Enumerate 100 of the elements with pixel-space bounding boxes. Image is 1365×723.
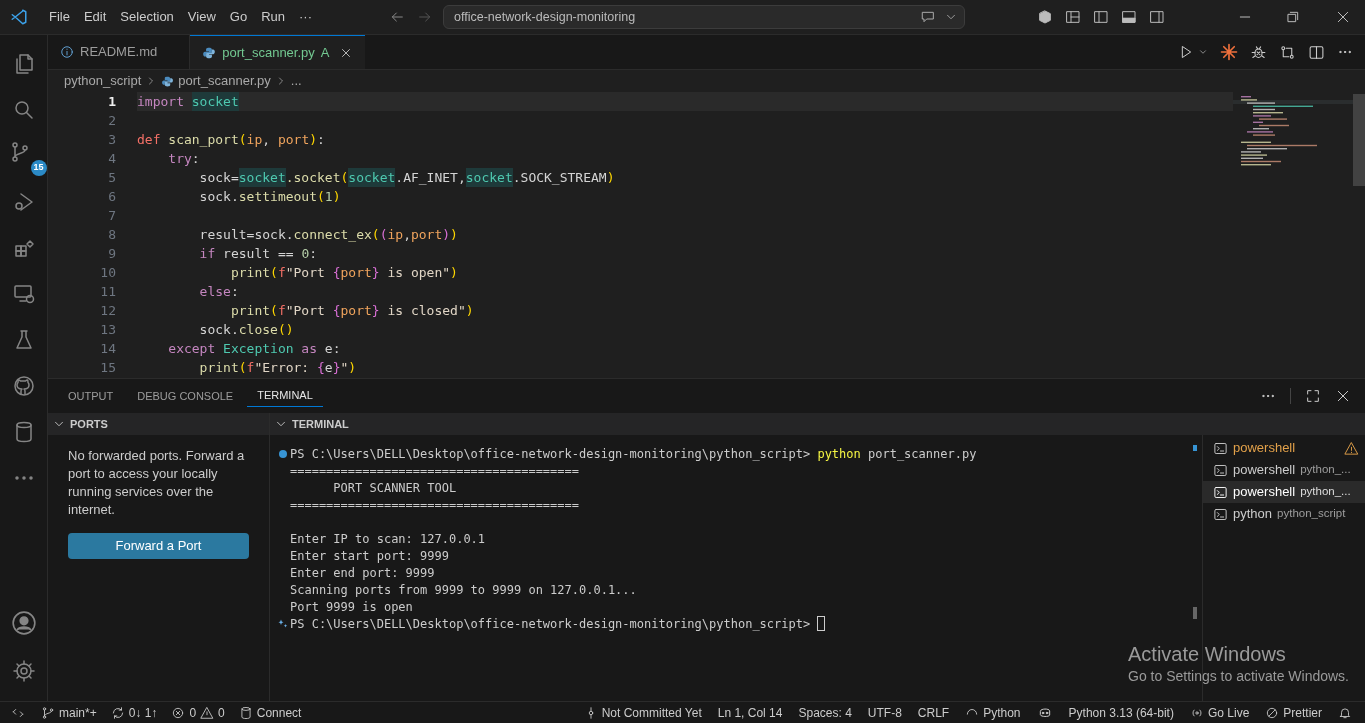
python-file-icon (161, 74, 175, 88)
scrollbar-thumb[interactable] (1193, 607, 1197, 619)
line-number: 1 (107, 92, 116, 111)
terminal-icon (1213, 440, 1228, 456)
status-item[interactable]: CRLF (912, 702, 955, 723)
status-item[interactable]: UTF-8 (862, 702, 907, 723)
close-icon[interactable] (1335, 9, 1351, 25)
status-item[interactable]: 0 0 (166, 702, 230, 723)
terminal-session[interactable]: powershell python_... (1203, 459, 1365, 481)
code-line: print(f"Port {port} is closed") (229, 301, 475, 320)
activation-title: Activate Windows (1128, 642, 1287, 666)
breadcrumb-item[interactable]: python_script (64, 71, 142, 91)
prohibited-icon (1265, 705, 1280, 720)
line-number: 3 (107, 130, 116, 149)
editor-tab[interactable]: port_scanner.py A (190, 35, 366, 69)
status-item[interactable]: Prettier (1260, 702, 1327, 723)
status-item[interactable]: Python 3.13 (64-bit) (1063, 702, 1179, 723)
sidebar-toggle-icon[interactable] (1093, 9, 1109, 25)
status-text: Connect (256, 704, 302, 722)
status-item[interactable]: Spaces: 4 (793, 702, 857, 723)
monitor-icon[interactable] (11, 282, 36, 306)
terminal-line: Port 9999 is open (290, 598, 413, 616)
panel-toggle-icon[interactable] (1121, 9, 1137, 25)
menu-item[interactable]: View (180, 5, 223, 29)
line-number: 14 (99, 339, 116, 358)
status-text: Spaces: 4 (798, 704, 852, 722)
status-text: Prettier (1283, 704, 1322, 722)
status-text: Python (983, 704, 1021, 722)
line-number: 11 (99, 282, 116, 301)
tab-label: port_scanner.py (222, 43, 315, 62)
code-line: if result == 0: (198, 244, 319, 263)
status-item[interactable]: main*+ (36, 702, 102, 723)
python-file-icon (202, 45, 217, 60)
terminal-line: PS C:\Users\DELL\Desktop\office-network-design-monitoring\python_script> (290, 615, 812, 633)
warning-icon (200, 705, 215, 720)
terminal-cursor[interactable] (817, 616, 826, 631)
settings-icon[interactable] (11, 659, 36, 683)
line-number: 5 (107, 168, 116, 187)
session-name: powershell (1233, 461, 1296, 480)
scrollbar-thumb[interactable] (1353, 94, 1365, 186)
error-count: 0 (189, 704, 197, 722)
code-line: sock.settimeout(1) (198, 187, 342, 206)
line-number: 12 (99, 301, 116, 320)
section-title: TERMINAL (292, 416, 349, 432)
info-icon (60, 45, 74, 59)
github-icon[interactable] (11, 374, 36, 398)
menu-item[interactable]: Edit (76, 5, 114, 29)
section-header[interactable]: PORTS (48, 413, 269, 435)
status-text: Python 3.13 (64-bit) (1068, 704, 1174, 722)
burst-icon[interactable] (1220, 43, 1238, 61)
split-editor-icon[interactable] (1308, 43, 1325, 61)
layout-icon[interactable] (1065, 9, 1081, 25)
panel-tab[interactable]: DEBUG CONSOLE (127, 385, 244, 407)
menu-item[interactable]: Run (254, 5, 292, 29)
close-icon[interactable] (1335, 388, 1351, 404)
menu-item[interactable]: Selection (113, 5, 181, 29)
status-item[interactable]: Go Live (1184, 702, 1255, 723)
terminal-line: PORT SCANNER TOOL (332, 479, 457, 497)
compare-changes-icon[interactable] (1279, 43, 1296, 61)
command-center[interactable]: office-network-design-monitoring (443, 5, 965, 29)
breadcrumb-item[interactable]: ... (290, 71, 302, 91)
forward-port-button[interactable]: Forward a Port (68, 533, 249, 559)
warning-count: 0 (218, 704, 225, 722)
section-header[interactable]: TERMINAL (270, 413, 1365, 435)
status-item[interactable]: Connect (233, 702, 307, 723)
session-folder: python_... (1300, 484, 1351, 500)
secondary-sidebar-icon[interactable] (1149, 9, 1165, 25)
back-icon[interactable] (389, 9, 405, 25)
chevron-down-icon[interactable] (1198, 47, 1208, 57)
status-item[interactable]: 0↓ 1↑ (105, 702, 163, 723)
bug-icon[interactable] (1250, 43, 1267, 61)
session-name: python (1233, 505, 1273, 524)
menu-item[interactable]: Go (222, 5, 255, 29)
terminal-line: Enter start port: 9999 (290, 547, 449, 565)
maximize-icon[interactable] (1305, 388, 1321, 404)
error-icon (171, 705, 186, 720)
line-number: 4 (107, 149, 116, 168)
status-item[interactable]: Ln 1, Col 14 (712, 702, 788, 723)
status-item[interactable]: Not Committed Yet (578, 702, 707, 723)
panel-tab[interactable]: OUTPUT (58, 385, 124, 407)
chat-icon[interactable] (920, 9, 936, 25)
code-line: result=sock.connect_ex((ip,port)) (198, 225, 459, 244)
panel-tab[interactable]: TERMINAL (247, 385, 323, 407)
status-text: Ln 1, Col 14 (717, 704, 783, 722)
line-number: 9 (107, 244, 116, 263)
account-icon[interactable] (10, 610, 37, 636)
terminal-session[interactable]: python python_script (1203, 503, 1365, 525)
database-icon (238, 705, 253, 720)
terminal-line: ======================================== (290, 462, 579, 480)
code-line: sock.close() (198, 320, 295, 339)
line-number: 15 (99, 358, 116, 377)
session-folder: python_script (1277, 506, 1346, 522)
status-item[interactable]: Python (960, 702, 1026, 723)
empty-message: No forwarded ports. Forward a port to access your locally running services over the internet. (67, 447, 246, 519)
terminal-session[interactable]: powershell (1203, 437, 1365, 459)
restore-icon[interactable] (1285, 9, 1301, 25)
breadcrumb-item[interactable]: port_scanner.py (178, 71, 271, 91)
menu-item[interactable]: File (42, 5, 77, 29)
terminal-session[interactable]: powershell python_... (1203, 481, 1365, 503)
menu-item[interactable]: ··· (292, 5, 319, 29)
